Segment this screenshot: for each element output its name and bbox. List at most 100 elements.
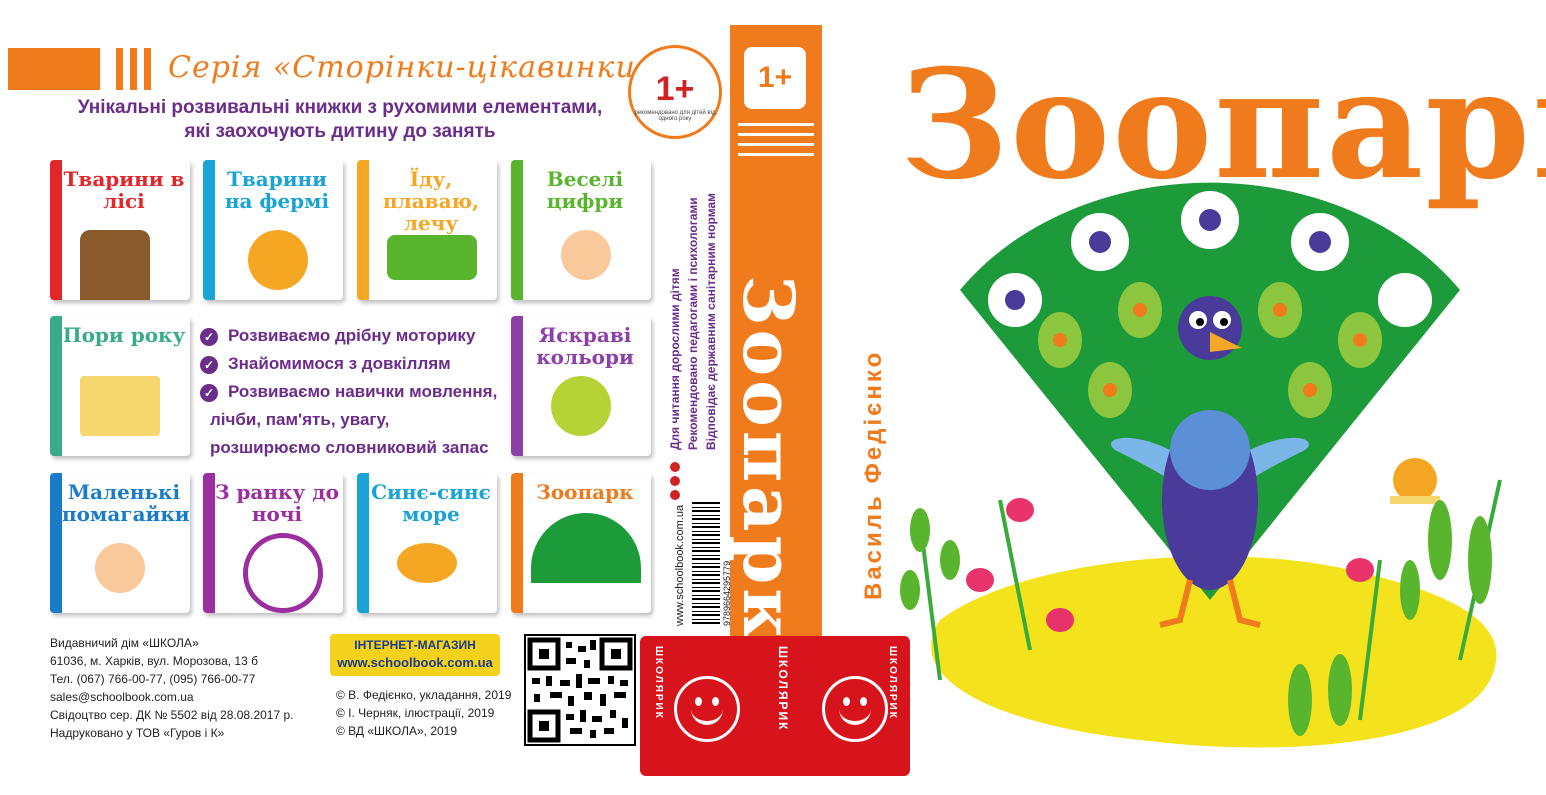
series-stripe (144, 48, 151, 90)
dot-icon (670, 462, 680, 472)
shop-title: ІНТЕРНЕТ-МАГАЗИН (354, 638, 476, 652)
book-thumbnail: Їду, плаваю, лечу (357, 160, 497, 300)
book-thumbnail: Маленькі помагайки (50, 473, 190, 613)
feature-text: Розвиваємо дрібну моторику (228, 326, 476, 345)
brand-block: ШКОЛЯРИК ШКОЛЯРИК ШКОЛЯРИК (640, 636, 910, 776)
book-title: Веселі цифри (546, 167, 624, 213)
publisher-info: Видавничий дім «ШКОЛА» 61036, м. Харків,… (50, 634, 293, 742)
clock-image (243, 533, 323, 613)
book-spine (511, 160, 523, 300)
subtitle-line: Унікальні розвивальні книжки з рухомими … (77, 97, 603, 118)
book-thumbnail: Зоопарк (511, 473, 651, 613)
book-spine (357, 473, 369, 613)
peacock-illustration (900, 182, 1502, 748)
book-spine (50, 160, 62, 300)
book-title: Пори року (62, 323, 186, 347)
shop-url[interactable]: www.schoolbook.com.ua (330, 655, 500, 670)
series-stripe (130, 48, 137, 90)
book-title: Маленькі помагайки (62, 480, 190, 526)
barcode-icon (692, 500, 720, 624)
copyright-line: © І. Черняк, ілюстрації, 2019 (336, 706, 495, 720)
smiley-mouth (839, 705, 871, 725)
info-line: Відповідає державним санітарним нормам (704, 193, 718, 450)
diver-image (397, 543, 457, 583)
publisher-line: Надруковано у ТОВ «Гуров і К» (50, 726, 225, 740)
spine-title: Зоопарк (727, 275, 810, 643)
book-spine (50, 473, 62, 613)
copyright-line: © В. Федієнко, укладання, 2019 (336, 688, 512, 702)
smiley-logo-icon (674, 676, 740, 742)
info-line: Для читання дорослими дітям (668, 268, 682, 450)
spine-divider (738, 123, 814, 126)
feature-text: Розвиваємо навички мовлення, (228, 382, 498, 401)
feature-item: ✓ Розвиваємо дрібну моторику (200, 326, 500, 350)
smiley-mouth (691, 705, 723, 725)
book-title: Тварини на фермі (224, 167, 330, 213)
info-line: Рекомендовано педагогами і психологами (686, 197, 700, 450)
features-list: ✓ Розвиваємо дрібну моторику ✓ Знайомимо… (200, 326, 500, 466)
book-thumbnail: Яскраві кольори (511, 316, 651, 456)
book-title: З ранку до ночі (215, 480, 339, 526)
book-spine (357, 160, 369, 300)
spine-age-label: 1+ (744, 47, 806, 109)
boy-image (561, 230, 611, 280)
series-banner: Серія «Сторінки-цікавинки» (8, 48, 654, 90)
book-spine (511, 316, 523, 456)
subtitle: Унікальні розвивальні книжки з рухомими … (60, 96, 620, 144)
publisher-line: Видавничий дім «ШКОЛА» (50, 636, 199, 650)
tree-image (80, 230, 150, 300)
publisher-line: 61036, м. Харків, вул. Морозова, 13 б (50, 654, 258, 668)
boy-image (95, 543, 145, 593)
book-title: Їду, плаваю, лечу (382, 167, 480, 235)
spine-brand-name: ШКОЛЯРИК (776, 646, 790, 732)
book-title: Яскраві кольори (536, 323, 634, 369)
book-spine (203, 160, 215, 300)
spine-divider (738, 143, 814, 146)
publisher-line: sales@schoolbook.com.ua (50, 690, 194, 704)
check-icon: ✓ (200, 356, 218, 374)
online-shop-box: ІНТЕРНЕТ-МАГАЗИН www.schoolbook.com.ua (330, 634, 500, 676)
spine-divider (738, 153, 814, 156)
book-title: Тварини в лісі (63, 167, 185, 213)
feature-text: Знайомимося з довкіллям (228, 354, 451, 373)
subtitle-line: які заохочують дитину до занять (184, 121, 496, 142)
book-spine (50, 316, 62, 456)
book-thumbnail: Веселі цифри (511, 160, 651, 300)
series-stripe (116, 48, 123, 90)
feature-text: лічби, пам'ять, увагу, (210, 410, 390, 429)
copyright-line: © ВД «ШКОЛА», 2019 (336, 724, 458, 738)
website-url: www.schoolbook.com.ua (674, 504, 686, 626)
publisher-line: Свідоцтво сер. ДК № 5502 від 28.08.2017 … (50, 708, 294, 722)
book-spine (203, 473, 215, 613)
dot-icon (670, 476, 680, 486)
check-icon: ✓ (200, 384, 218, 402)
rooster-image (248, 230, 308, 290)
feature-item: ✓ Розвиваємо навички мовлення, (200, 382, 500, 406)
book-thumbnail: Тварини на фермі (203, 160, 343, 300)
book-thumbnail: Пори року (50, 316, 190, 456)
book-thumbnail: З ранку до ночі (203, 473, 343, 613)
feature-text: розширюємо словниковий запас (210, 438, 489, 457)
book-thumbnail: Синє-синє море (357, 473, 497, 613)
publisher-line: Тел. (067) 766-00-77, (095) 766-00-77 (50, 672, 256, 686)
easel-image (80, 376, 160, 436)
series-bar (8, 48, 100, 90)
qr-code-icon (524, 634, 636, 746)
brand-name: ШКОЛЯРИК (653, 646, 664, 720)
info-strip: Для читання дорослими дітям Рекомендован… (640, 30, 732, 630)
book-thumbnail: Тварини в лісі (50, 160, 190, 300)
octopus-image (551, 376, 611, 436)
series-title: Серія «Сторінки-цікавинки» (168, 50, 656, 85)
smiley-logo-icon (822, 676, 888, 742)
check-icon: ✓ (200, 328, 218, 346)
book-title: Зоопарк (536, 480, 634, 504)
book-spine (511, 473, 523, 613)
book-title: Синє-синє море (371, 480, 491, 526)
author-name: Василь Федієнко (860, 349, 887, 600)
spine-divider (738, 133, 814, 136)
copyright-info: © В. Федієнко, укладання, 2019 © І. Черн… (336, 686, 511, 740)
peacock-image (531, 513, 641, 583)
dot-icon (670, 490, 680, 500)
truck-image (387, 235, 477, 280)
feature-item: ✓ Знайомимося з довкіллям (200, 354, 500, 378)
